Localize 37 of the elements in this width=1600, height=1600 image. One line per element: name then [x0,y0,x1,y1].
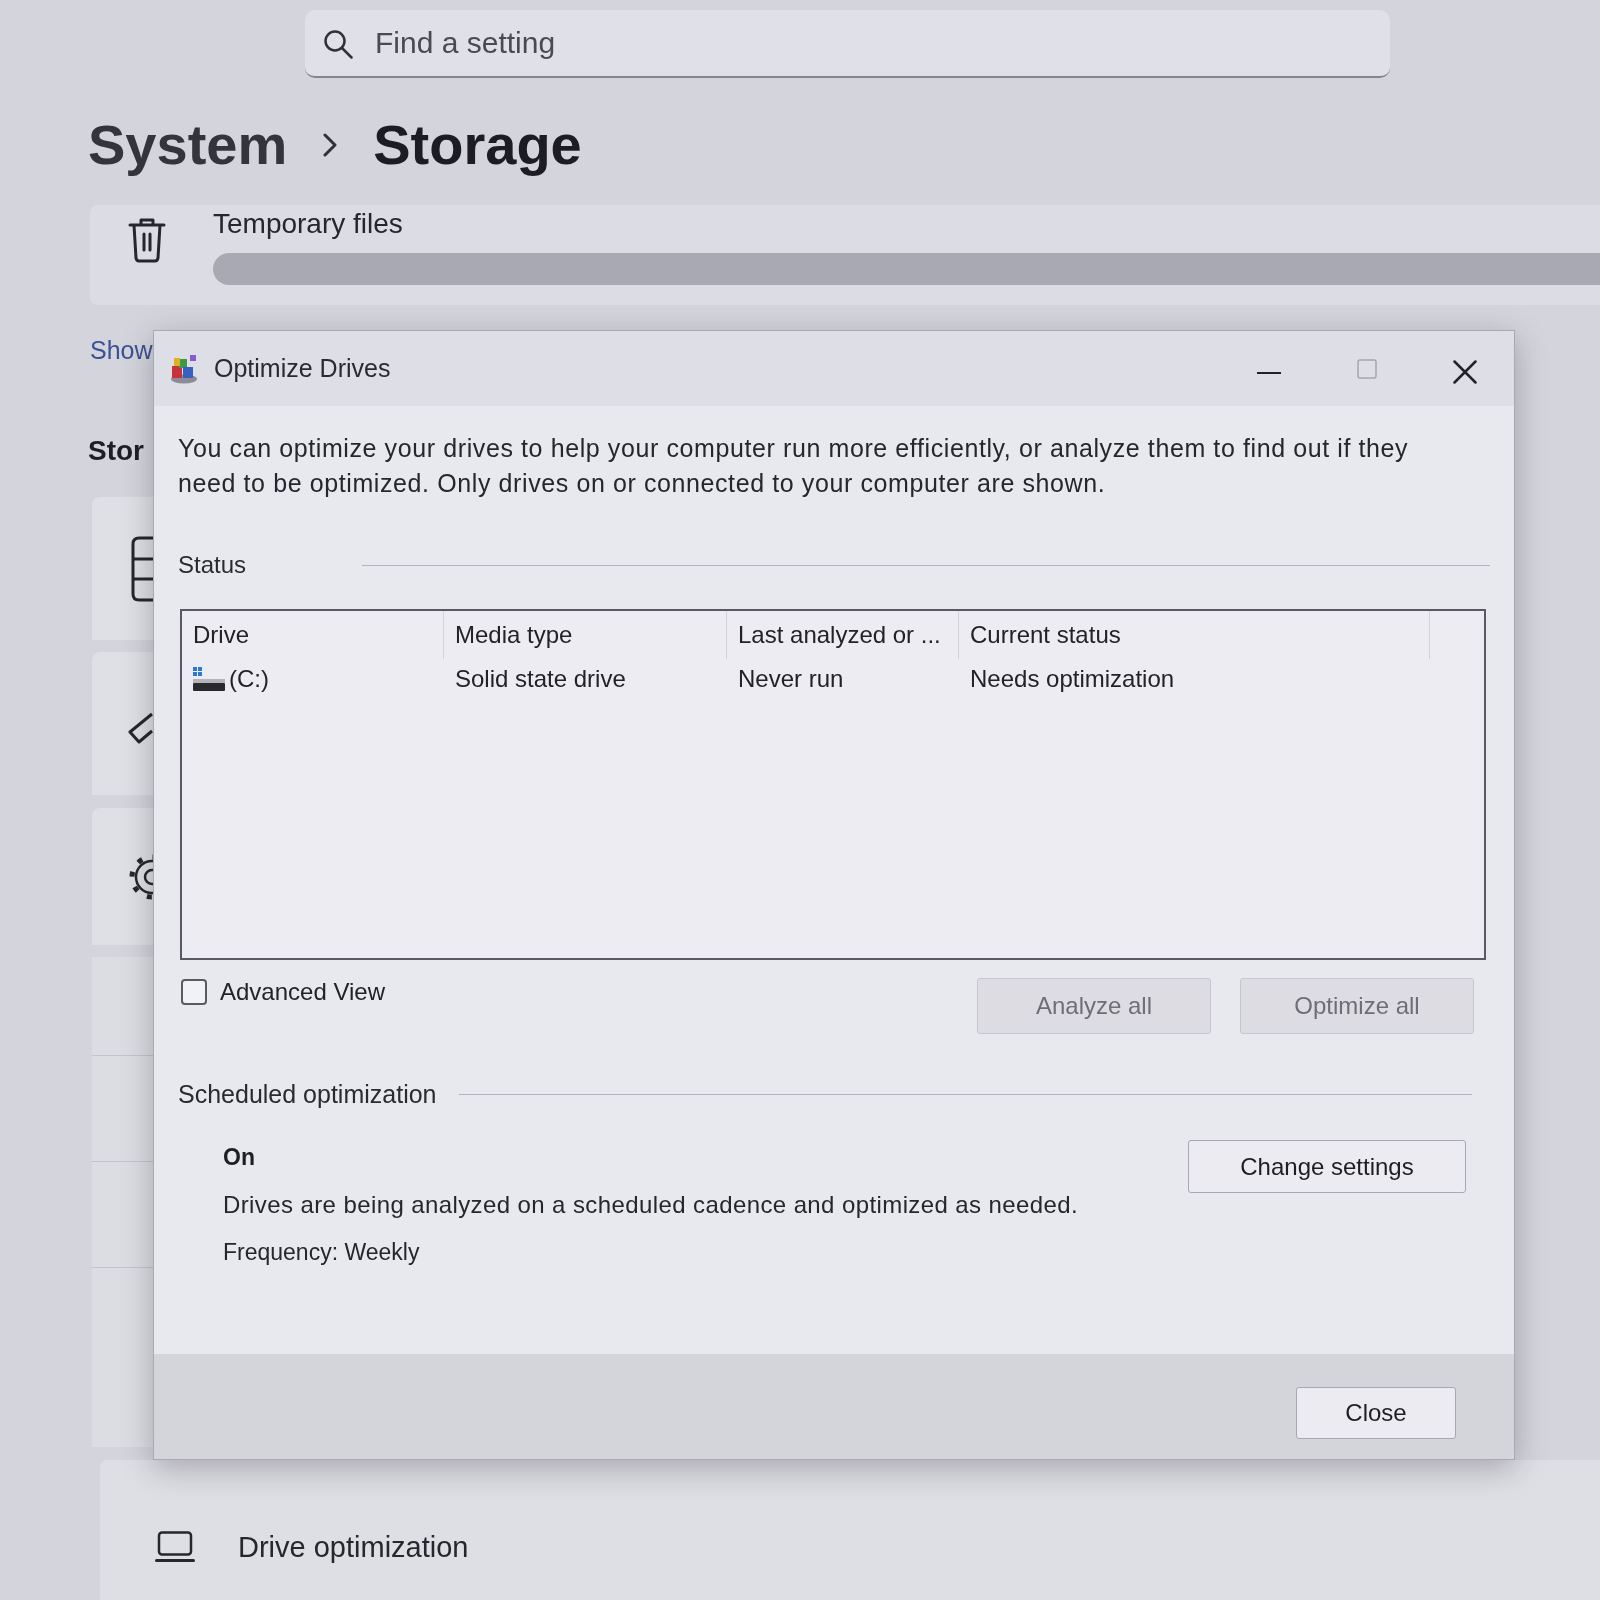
schedule-description: Drives are being analyzed on a scheduled cadence and optimized as needed. [223,1190,1079,1220]
column-header[interactable]: Drive [182,611,444,659]
page-title: Storage [373,112,582,178]
checkbox-label[interactable]: Advanced View [220,978,385,1006]
chevron-icon [323,133,338,157]
laptop-icon [155,1531,195,1563]
search-field[interactable]: Find a setting [305,10,1390,78]
close-dialog-button[interactable]: Close [1296,1387,1456,1439]
block-stack-icon [170,353,198,384]
section-heading: Stor [88,435,144,467]
minimize-icon [1257,371,1281,374]
schedule-frequency: Frequency: Weekly [223,1238,420,1267]
breadcrumb-link[interactable]: System [88,107,288,183]
description-text: You can optimize your drives to help your computer run more efficiently, or analyze them to find out if they need to be optimized. Only drives on or connected to your computer are shown. [178,433,1410,499]
search-icon [323,29,353,59]
show-link[interactable]: Show [90,335,153,365]
trash-icon [128,217,166,263]
tag-icon [127,711,153,744]
category-label: Drive optimization [238,1530,469,1565]
column-header[interactable]: Current status [959,611,1430,659]
checkbox[interactable] [181,979,207,1005]
section-heading: Scheduled optimization [178,1079,437,1110]
close-icon [1453,359,1477,384]
column-header[interactable]: Last analyzed or ... [727,611,959,659]
storage-icon [131,535,153,602]
change-settings-button[interactable]: Change settings [1188,1140,1466,1193]
window-title: Optimize Drives [214,352,391,384]
maximize-icon [1357,358,1377,379]
drive-name: (C:) [229,664,269,694]
section-heading: Status [178,550,247,580]
table-cell-text: Never run [737,664,845,694]
schedule-state: On [223,1143,255,1172]
category-label: Temporary files [213,207,403,241]
drive-icon [193,667,225,691]
table-cell-text: Needs optimization [969,664,1176,694]
column-header[interactable]: Media type [444,611,727,659]
table-cell-text: Solid state drive [454,664,627,694]
